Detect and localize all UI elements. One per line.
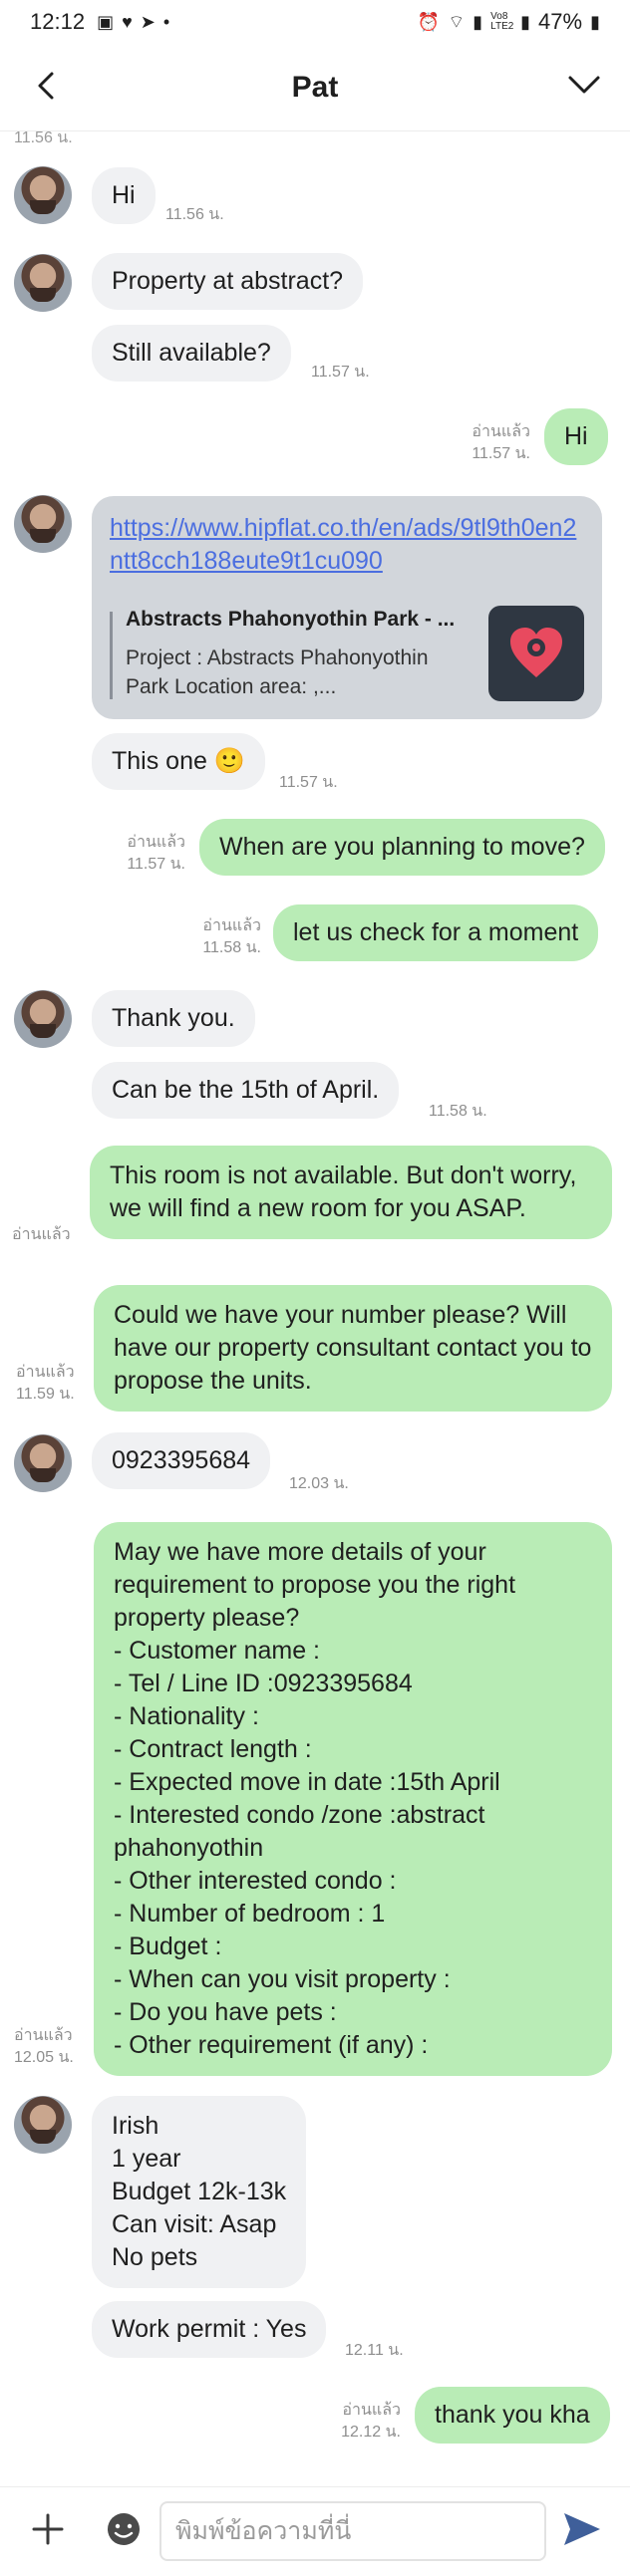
message-bubble-incoming[interactable]: This one 🙂: [92, 733, 265, 790]
read-receipt: อ่านแล้ว: [14, 2027, 73, 2044]
link-preview-card[interactable]: https://www.hipflat.co.th/en/ads/9tl9th0…: [92, 496, 602, 719]
message-bubble-outgoing[interactable]: This room is not available. But don't wo…: [90, 1146, 612, 1239]
message-time: 11.59 น.: [16, 1386, 75, 1403]
contact-name: Pat: [291, 70, 339, 104]
send-icon[interactable]: [560, 2509, 604, 2549]
message-time: 11.58 น.: [202, 939, 261, 956]
status-bar: 12:12 ▣ ♥ ➤ • ⏰ ⌔ ▮ Vo8 LTE2 ▮ 47% ▮: [0, 0, 630, 44]
back-arrow-icon[interactable]: [28, 66, 68, 106]
requirement-line: - Tel / Line ID :0923395684: [114, 1670, 413, 1697]
message-link[interactable]: https://www.hipflat.co.th/en/ads/9tl9th0…: [110, 512, 584, 578]
requirement-line: May we have more details of your require…: [114, 1538, 516, 1632]
read-receipt: อ่านแล้ว: [342, 2402, 401, 2419]
message-bubble-incoming[interactable]: Work permit : Yes: [92, 2301, 327, 2358]
requirement-line: - Do you have pets :: [114, 1998, 337, 2026]
message-bubble-incoming[interactable]: Can be the 15th of April.: [92, 1062, 400, 1119]
requirement-line: - Number of bedroom : 1: [114, 1900, 386, 1928]
emoji-icon[interactable]: [104, 2509, 144, 2549]
read-receipt: อ่านแล้ว: [16, 1364, 75, 1381]
message-bubble-outgoing[interactable]: When are you planning to move?: [199, 819, 605, 876]
battery-percent: 47%: [538, 9, 583, 34]
network-label: Vo8 LTE2: [490, 11, 514, 32]
message-time: 11.57 น.: [127, 856, 185, 873]
requirement-line: - Other requirement (if any) :: [114, 2031, 429, 2059]
message-time: 12.03 น.: [289, 1475, 349, 1492]
message-bubble-incoming[interactable]: Property at abstract?: [92, 253, 364, 310]
message-bubble-outgoing[interactable]: Could we have your number please? Will h…: [94, 1285, 612, 1412]
message-time: 11.57 น.: [279, 774, 338, 791]
message-bubble-incoming[interactable]: Irish 1 year Budget 12k-13k Can visit: A…: [92, 2096, 307, 2288]
read-receipt: อ่านแล้ว: [127, 834, 185, 851]
message-time: 12.11 น.: [345, 2342, 404, 2359]
signal-icon-2: ▮: [520, 11, 531, 32]
message-input[interactable]: [159, 2501, 546, 2561]
avatar[interactable]: [14, 495, 72, 553]
message-time: 11.56 น.: [14, 131, 73, 146]
requirement-line: - When can you visit property :: [114, 1965, 451, 1993]
message-bubble-incoming[interactable]: Hi: [92, 167, 156, 224]
message-bubble-outgoing[interactable]: let us check for a moment: [273, 904, 599, 961]
preview-title: Abstracts Phahonyothin Park - ...: [126, 608, 456, 631]
send-notification-icon: ➤: [140, 11, 156, 32]
image-notification-icon: ▣: [97, 11, 115, 32]
message-time: 12.05 น.: [14, 2049, 74, 2066]
avatar[interactable]: [14, 1434, 72, 1492]
message-time: 12.12 น.: [341, 2424, 401, 2441]
preview-divider: [110, 612, 113, 699]
battery-icon: ▮: [590, 11, 600, 32]
chat-header: Pat: [0, 44, 630, 131]
requirement-line: - Expected move in date :15th April: [114, 1768, 500, 1796]
message-bubble-outgoing[interactable]: May we have more details of your require…: [94, 1522, 612, 2076]
avatar[interactable]: [14, 166, 72, 224]
message-bubble-outgoing[interactable]: thank you kha: [415, 2387, 610, 2444]
avatar[interactable]: [14, 254, 72, 312]
alarm-icon: ⏰: [417, 11, 441, 32]
message-bubble-incoming[interactable]: Still available?: [92, 325, 291, 382]
wifi-icon: ⌔: [448, 11, 466, 32]
preview-description: Project : Abstracts Phahonyothin Park Lo…: [126, 646, 429, 698]
signal-icon: ▮: [472, 11, 483, 32]
read-receipt: อ่านแล้ว: [202, 917, 261, 934]
message-time: 11.58 น.: [429, 1103, 487, 1120]
requirement-line: - Nationality :: [114, 1702, 259, 1730]
message-time: 11.57 น.: [311, 364, 370, 381]
requirement-line: - Budget :: [114, 1932, 222, 1960]
requirement-line: - Contract length :: [114, 1735, 312, 1763]
chevron-down-icon[interactable]: [562, 66, 606, 106]
message-time: 11.57 น.: [472, 445, 530, 462]
dot-icon: •: [162, 11, 170, 32]
requirement-line: - Other interested condo :: [114, 1867, 397, 1895]
link-preview[interactable]: Abstracts Phahonyothin Park - ... Projec…: [110, 606, 584, 703]
requirement-line: - Interested condo /zone :abstract phaho…: [114, 1801, 485, 1862]
message-bubble-incoming[interactable]: 0923395684: [92, 1432, 271, 1489]
app-notification-icon: ♥: [122, 11, 133, 32]
message-bubble-incoming[interactable]: Thank you.: [92, 990, 255, 1047]
read-receipt: อ่านแล้ว: [12, 1226, 71, 1243]
chat-messages[interactable]: 11.56 น. Hi 11.56 น. Property at abstrac…: [0, 131, 630, 2486]
requirement-line: - Customer name :: [114, 1637, 321, 1665]
status-time: 12:12: [30, 9, 86, 34]
read-receipt: อ่านแล้ว: [472, 423, 530, 440]
plus-icon[interactable]: [28, 2509, 68, 2549]
hipflat-logo-icon: [488, 606, 584, 701]
message-input-bar: [0, 2486, 630, 2576]
avatar[interactable]: [14, 2096, 72, 2154]
message-time: 11.56 น.: [165, 206, 224, 223]
message-bubble-outgoing[interactable]: Hi: [544, 408, 608, 465]
avatar[interactable]: [14, 990, 72, 1048]
